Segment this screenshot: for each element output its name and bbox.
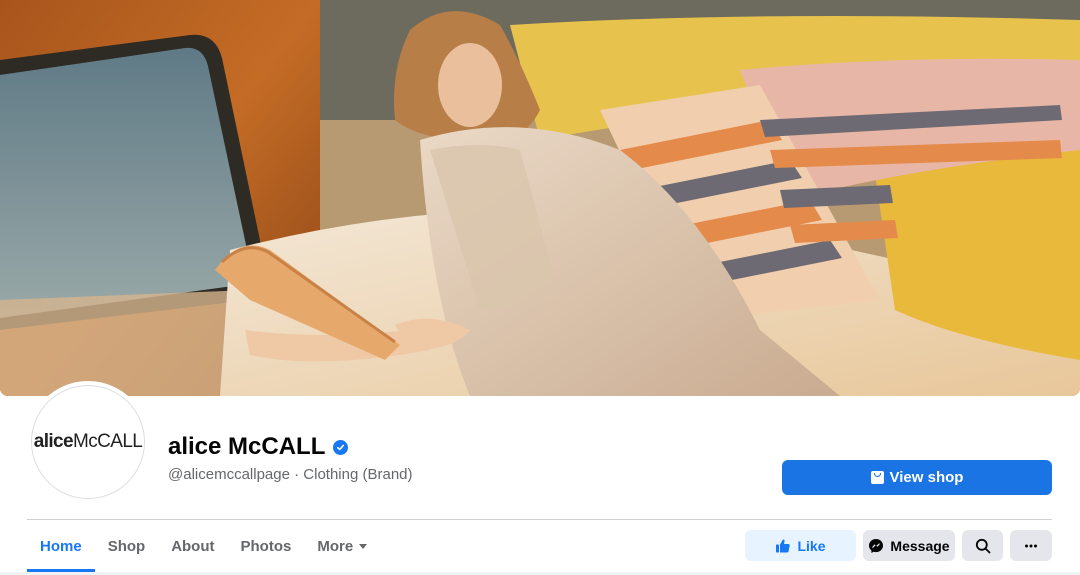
view-shop-button[interactable]: View shop bbox=[782, 460, 1052, 495]
cover-image bbox=[0, 0, 1080, 396]
tab-photos-label: Photos bbox=[240, 537, 292, 555]
tab-more-label: More bbox=[317, 537, 354, 555]
messenger-icon bbox=[869, 538, 884, 553]
tab-shop-label: Shop bbox=[107, 537, 146, 555]
cover-photo[interactable] bbox=[0, 0, 1080, 396]
message-label: Message bbox=[890, 537, 950, 554]
page-tabs: Home Shop About Photos More bbox=[27, 520, 380, 572]
page-title: alice McCALL bbox=[168, 432, 349, 462]
tab-shop[interactable]: Shop bbox=[95, 520, 159, 572]
tab-home[interactable]: Home bbox=[27, 520, 95, 572]
tab-home-label: Home bbox=[40, 537, 82, 555]
verified-badge-icon bbox=[333, 440, 349, 455]
search-button[interactable] bbox=[962, 530, 1003, 561]
page-name-text[interactable]: alice McCALL bbox=[168, 432, 325, 462]
brand-logo: aliceMcCALL bbox=[34, 431, 143, 453]
logo-text-part1: alice bbox=[33, 431, 74, 452]
page-subtitle: @alicemccallpage · Clothing (Brand) bbox=[168, 466, 413, 483]
thumbs-up-icon bbox=[776, 538, 791, 552]
tab-about-label: About bbox=[171, 537, 215, 555]
like-label: Like bbox=[797, 537, 826, 554]
ellipsis-icon bbox=[1025, 544, 1037, 547]
more-options-button[interactable] bbox=[1010, 530, 1052, 561]
message-button[interactable]: Message bbox=[863, 530, 955, 561]
page-avatar[interactable]: aliceMcCALL bbox=[31, 385, 145, 499]
tab-more[interactable]: More bbox=[304, 520, 380, 572]
search-icon bbox=[975, 538, 990, 553]
view-shop-label: View shop bbox=[889, 469, 964, 486]
tab-photos[interactable]: Photos bbox=[228, 520, 305, 572]
logo-text-part2: McCALL bbox=[73, 431, 143, 452]
caret-down-icon bbox=[359, 543, 368, 549]
like-button[interactable]: Like bbox=[745, 530, 856, 561]
tab-about[interactable]: About bbox=[158, 520, 227, 572]
shop-bag-icon bbox=[870, 471, 884, 484]
